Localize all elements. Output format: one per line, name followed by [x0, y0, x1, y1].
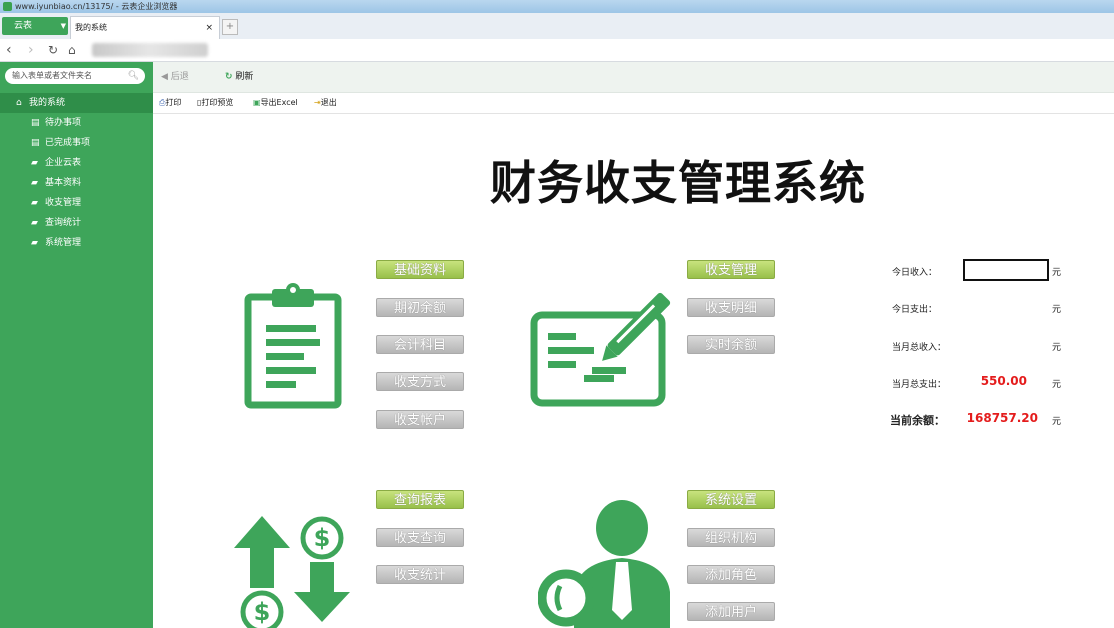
sidebar-search-input[interactable]: 输入表单或者文件夹名 🔍︎: [5, 68, 145, 84]
exit-label: 退出: [320, 98, 337, 107]
tab-my-system[interactable]: 我的系统 ×: [70, 16, 220, 39]
export-excel-label: 导出Excel: [260, 98, 298, 107]
back-label: 后退: [170, 72, 189, 82]
organization-button[interactable]: 组织机构: [687, 528, 775, 547]
new-tab-icon[interactable]: +: [222, 19, 238, 35]
income-expense-statistics-button[interactable]: 收支统计: [376, 565, 464, 584]
refresh-icon: ↻: [225, 72, 233, 82]
system-settings-button[interactable]: 系统设置: [687, 490, 775, 509]
sidebar-item-todo[interactable]: ▤ 待办事项: [0, 113, 153, 133]
action-toolbar: ⎙打印 ▯打印预览 ▣导出Excel ⇥退出: [153, 93, 1114, 114]
refresh-label: 刷新: [235, 72, 254, 82]
window-title-bar: www.iyunbiao.cn/13175/ - 云表企业浏览器: [0, 0, 1114, 13]
user-search-icon: [538, 500, 670, 628]
income-expense-detail-button[interactable]: 收支明细: [687, 298, 775, 317]
print-preview-button[interactable]: ▯打印预览: [197, 93, 233, 113]
folder-icon: ▰: [31, 218, 38, 228]
today-income-unit: 元: [1052, 268, 1062, 278]
close-icon[interactable]: ×: [205, 17, 213, 39]
sidebar: 输入表单或者文件夹名 🔍︎ ⌂ 我的系统 ▤ 待办事项 ▤ 已完成事项 ▰ 企业云表 …: [0, 62, 153, 628]
account-button[interactable]: 收支帐户: [376, 410, 464, 429]
sidebar-item-enterprise[interactable]: ▰ 企业云表: [0, 153, 153, 173]
folder-icon: ▰: [31, 198, 38, 208]
add-role-button[interactable]: 添加角色: [687, 565, 775, 584]
cash-flow-icon: $ $: [234, 516, 350, 628]
sidebar-item-label: 我的系统: [29, 98, 66, 108]
nav-toolbar: ◀ 后退 ↻ 刷新: [153, 62, 1114, 93]
sidebar-item-label: 查询统计: [45, 218, 82, 228]
basic-data-button[interactable]: 基础资料: [376, 260, 464, 279]
sidebar-item-income-expense[interactable]: ▰ 收支管理: [0, 193, 153, 213]
export-excel-button[interactable]: ▣导出Excel: [253, 93, 298, 113]
sidebar-item-query[interactable]: ▰ 查询统计: [0, 213, 153, 233]
payment-method-button[interactable]: 收支方式: [376, 372, 464, 391]
sidebar-item-label: 企业云表: [45, 158, 82, 168]
svg-text:$: $: [254, 598, 271, 626]
navigation-bar: ‹ › ↻ ⌂: [0, 39, 1114, 62]
sidebar-item-label: 待办事项: [45, 118, 82, 128]
folder-icon: ▰: [31, 178, 38, 188]
sidebar-item-my-system[interactable]: ⌂ 我的系统: [0, 93, 153, 113]
print-button[interactable]: ⎙打印: [159, 93, 181, 113]
balance-value: 168757.20: [966, 411, 1038, 425]
sidebar-item-done[interactable]: ▤ 已完成事项: [0, 133, 153, 153]
back-icon[interactable]: ‹: [6, 41, 12, 59]
today-expense-label: 今日支出：: [892, 305, 938, 315]
sidebar-tree: ⌂ 我的系统 ▤ 待办事项 ▤ 已完成事项 ▰ 企业云表 ▰ 基本资料 ▰ 收支管理 ▰ 查…: [0, 93, 153, 253]
sign-document-icon: [530, 292, 671, 407]
realtime-balance-button[interactable]: 实时余额: [687, 335, 775, 354]
tab-bar: 云表 ▼ 我的系统 × +: [0, 13, 1114, 40]
sidebar-item-label: 已完成事项: [45, 138, 91, 148]
chevron-down-icon[interactable]: ▼: [61, 17, 66, 35]
page-title: 财务收支管理系统: [490, 156, 866, 210]
accounting-subject-button[interactable]: 会计科目: [376, 335, 464, 354]
forward-icon[interactable]: ›: [28, 41, 34, 59]
sidebar-item-basic-data[interactable]: ▰ 基本资料: [0, 173, 153, 193]
reload-icon[interactable]: ↻: [48, 41, 58, 59]
brand-label: 云表: [14, 21, 33, 31]
today-income-label: 今日收入：: [892, 268, 938, 278]
today-expense-unit: 元: [1052, 305, 1062, 315]
exit-button[interactable]: ⇥退出: [314, 93, 337, 113]
income-expense-management-button[interactable]: 收支管理: [687, 260, 775, 279]
document-icon: ▤: [31, 138, 40, 148]
print-label: 打印: [165, 98, 182, 107]
today-income-value: [963, 259, 1049, 281]
window-title: www.iyunbiao.cn/13175/ - 云表企业浏览器: [15, 2, 178, 11]
folder-icon: ▰: [31, 158, 38, 168]
address-bar[interactable]: [92, 43, 208, 57]
income-expense-query-button[interactable]: 收支查询: [376, 528, 464, 547]
add-user-button[interactable]: 添加用户: [687, 602, 775, 621]
sidebar-item-label: 基本资料: [45, 178, 82, 188]
balance-label: 当前余额：: [890, 414, 945, 427]
sidebar-item-label: 收支管理: [45, 198, 82, 208]
search-icon[interactable]: 🔍︎: [128, 68, 139, 84]
document-icon: ▤: [31, 118, 40, 128]
month-expense-value: 550.00: [980, 374, 1027, 388]
back-button[interactable]: ◀ 后退: [161, 62, 189, 92]
month-income-unit: 元: [1052, 343, 1062, 353]
print-preview-label: 打印预览: [201, 98, 234, 107]
tab-label: 我的系统: [75, 23, 107, 32]
search-placeholder: 输入表单或者文件夹名: [12, 71, 92, 80]
month-expense-unit: 元: [1052, 380, 1062, 390]
query-report-button[interactable]: 查询报表: [376, 490, 464, 509]
excel-icon: ▣: [253, 98, 261, 107]
opening-balance-button[interactable]: 期初余额: [376, 298, 464, 317]
clipboard-icon: [244, 283, 342, 409]
brand-button[interactable]: 云表 ▼: [2, 17, 68, 35]
refresh-button[interactable]: ↻ 刷新: [225, 62, 253, 92]
svg-text:$: $: [314, 524, 331, 552]
balance-unit: 元: [1052, 417, 1062, 427]
sidebar-item-label: 系统管理: [45, 238, 82, 248]
folder-icon: ▰: [31, 238, 38, 248]
browser-logo-icon: [3, 2, 12, 11]
exit-icon: ⇥: [314, 98, 321, 107]
sidebar-item-system[interactable]: ▰ 系统管理: [0, 233, 153, 253]
arrow-left-icon: ◀: [161, 72, 168, 82]
home-icon[interactable]: ⌂: [68, 41, 76, 59]
home-icon: ⌂: [16, 98, 22, 108]
month-income-label: 当月总收入：: [892, 343, 947, 353]
